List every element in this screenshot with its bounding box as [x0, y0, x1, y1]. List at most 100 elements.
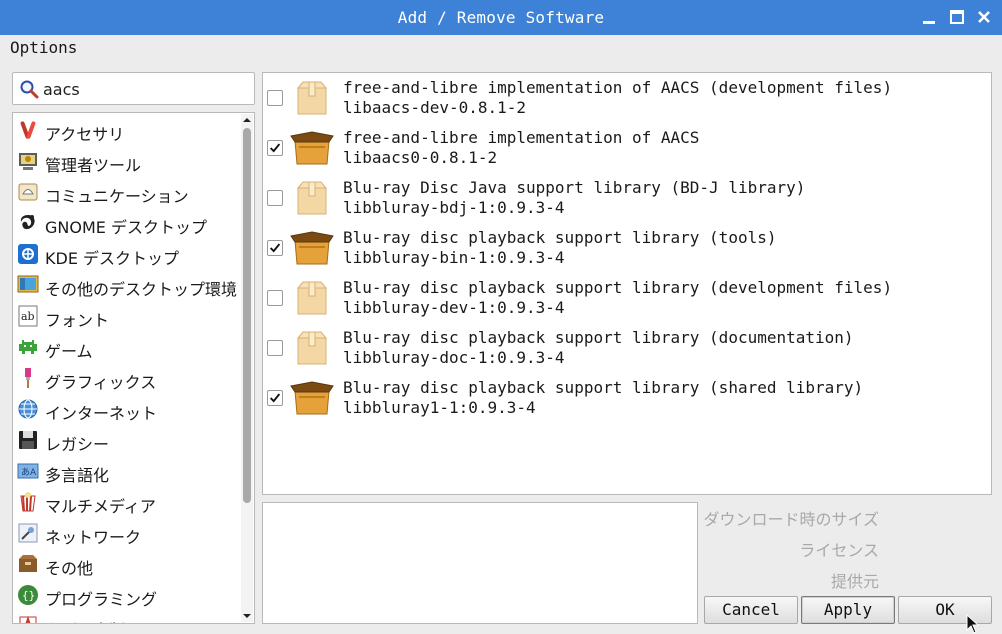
fonts-icon: ab: [17, 305, 39, 327]
maximize-icon[interactable]: [948, 8, 966, 26]
category-label: プログラミング: [45, 590, 158, 609]
category-label: アクセサリ: [45, 125, 125, 144]
package-summary: Blu-ray disc playback support library (t…: [343, 228, 777, 247]
category-label: 印刷・出版: [45, 617, 125, 623]
category-item[interactable]: ab フォント: [13, 301, 243, 332]
package-summary: free-and-libre implementation of AACS: [343, 128, 700, 147]
category-label: グラフィックス: [45, 373, 157, 392]
category-item[interactable]: 管理者ツール: [13, 146, 243, 177]
category-item[interactable]: グラフィックス: [13, 363, 243, 394]
category-label: 管理者ツール: [45, 156, 142, 175]
category-list: 印刷・出版 {} プログラミングその他 ネットワークマルチメディア あA 多言語化 レガシー…: [12, 112, 255, 624]
package-checkbox[interactable]: [267, 140, 283, 156]
package-row[interactable]: free-and-libre implementation of AACS lib…: [263, 123, 991, 173]
package-list: free-and-libre implementation of AACS (d…: [262, 72, 992, 495]
internet-icon: [17, 398, 39, 420]
category-item[interactable]: GNOME デスクトップ: [13, 208, 243, 239]
package-version: libbluray-bin-1:0.9.3-4: [343, 248, 565, 267]
graphics-icon: [17, 367, 39, 389]
network-icon: [17, 522, 39, 544]
multimedia-icon: [17, 491, 39, 513]
legacy-icon: [17, 429, 39, 451]
svg-text:あA: あA: [21, 467, 37, 478]
svg-text:{}: {}: [22, 589, 35, 602]
window-titlebar: Add / Remove Software: [0, 0, 1002, 35]
scroll-down-icon[interactable]: [242, 611, 252, 621]
accessories-icon: [17, 119, 39, 141]
package-checkbox[interactable]: [267, 190, 283, 206]
category-item[interactable]: マルチメディア: [13, 487, 243, 518]
cancel-button[interactable]: Cancel: [704, 596, 798, 624]
package-row[interactable]: free-and-libre implementation of AACS (d…: [263, 73, 991, 123]
package-row[interactable]: Blu-ray disc playback support library (d…: [263, 273, 991, 323]
category-item[interactable]: インターネット: [13, 394, 243, 425]
package-summary: Blu-ray disc playback support library (d…: [343, 328, 854, 347]
package-summary: Blu-ray disc playback support library (s…: [343, 378, 864, 397]
category-item[interactable]: 印刷・出版: [13, 611, 243, 623]
package-icon: [289, 78, 335, 118]
package-checkbox[interactable]: [267, 340, 283, 356]
window-title: Add / Remove Software: [397, 8, 605, 27]
package-row[interactable]: Blu-ray disc playback support library (s…: [263, 373, 991, 423]
category-item[interactable]: その他のデスクトップ環境: [13, 270, 243, 301]
category-label: インターネット: [45, 404, 158, 423]
scroll-up-icon[interactable]: [242, 115, 252, 125]
package-version: libaacs-dev-0.8.1-2: [343, 98, 527, 117]
package-summary: Blu-ray disc playback support library (d…: [343, 278, 893, 297]
programming-icon: {}: [17, 584, 39, 606]
scrollbar-thumb[interactable]: [243, 128, 251, 503]
localization-icon: あA: [17, 460, 39, 482]
category-item[interactable]: あA 多言語化: [13, 456, 243, 487]
options-menu[interactable]: Options: [10, 38, 77, 57]
category-label: その他: [45, 559, 94, 578]
package-installed-icon: [289, 228, 335, 268]
category-label: ネットワーク: [45, 528, 142, 547]
other-desktop-icon: [17, 274, 39, 296]
package-version: libbluray-doc-1:0.9.3-4: [343, 348, 565, 367]
category-label: GNOME デスクトップ: [45, 218, 207, 237]
category-item[interactable]: コミュニケーション: [13, 177, 243, 208]
menubar: Options: [0, 35, 1002, 63]
category-item[interactable]: KDE デスクトップ: [13, 239, 243, 270]
category-item[interactable]: レガシー: [13, 425, 243, 456]
package-installed-icon: [289, 378, 335, 418]
category-label: レガシー: [45, 435, 110, 454]
package-version: libbluray1-1:0.9.3-4: [343, 398, 536, 417]
category-item[interactable]: ネットワーク: [13, 518, 243, 549]
kde-icon: [17, 243, 39, 265]
category-item[interactable]: アクセサリ: [13, 115, 243, 146]
category-label: フォント: [45, 311, 110, 330]
close-icon[interactable]: [975, 8, 993, 26]
category-label: マルチメディア: [45, 497, 156, 516]
package-row[interactable]: Blu-ray Disc Java support library (BD-J …: [263, 173, 991, 223]
package-summary: free-and-libre implementation of AACS (d…: [343, 78, 893, 97]
category-item[interactable]: その他: [13, 549, 243, 580]
search-icon: [20, 80, 39, 99]
package-checkbox[interactable]: [267, 90, 283, 106]
search-input[interactable]: [43, 77, 248, 101]
publishing-icon: [17, 615, 39, 623]
package-row[interactable]: Blu-ray disc playback support library (d…: [263, 323, 991, 373]
minimize-icon[interactable]: [920, 8, 938, 26]
search-box[interactable]: [12, 72, 255, 105]
games-icon: [17, 336, 39, 358]
package-icon: [289, 278, 335, 318]
mouse-cursor-icon: [966, 614, 980, 634]
package-version: libbluray-dev-1:0.9.3-4: [343, 298, 565, 317]
category-scrollbar[interactable]: [241, 114, 253, 622]
package-installed-icon: [289, 128, 335, 168]
category-item[interactable]: ゲーム: [13, 332, 243, 363]
category-label: コミュニケーション: [45, 187, 189, 206]
provider-label: 提供元: [830, 572, 879, 591]
admin-tools-icon: [17, 150, 39, 172]
package-checkbox[interactable]: [267, 290, 283, 306]
license-label: ライセンス: [799, 541, 879, 560]
apply-button[interactable]: Apply: [801, 596, 895, 624]
category-label: 多言語化: [45, 466, 110, 485]
package-checkbox[interactable]: [267, 390, 283, 406]
package-icon: [289, 328, 335, 368]
package-row[interactable]: Blu-ray disc playback support library (t…: [263, 223, 991, 273]
package-checkbox[interactable]: [267, 240, 283, 256]
category-item[interactable]: {} プログラミング: [13, 580, 243, 611]
svg-text:ab: ab: [21, 310, 35, 323]
